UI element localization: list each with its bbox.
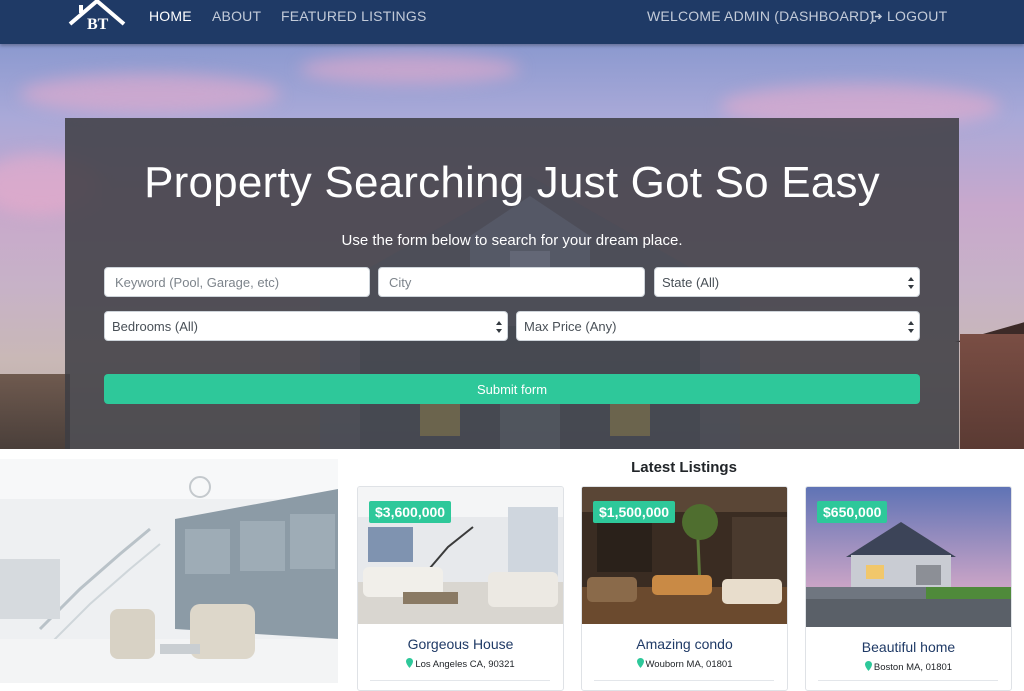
logo-text: BT (87, 16, 109, 32)
brand-logo[interactable]: BT (68, 0, 128, 33)
house-roof-logo-icon: BT (68, 0, 126, 33)
max-price-select-value: Max Price (Any) (524, 318, 617, 334)
listing-location-text: Wouborn MA, 01801 (645, 659, 733, 670)
nav-home-link[interactable]: HOME (149, 8, 192, 24)
listing-price-badge: $1,500,000 (593, 501, 676, 523)
keyword-input[interactable] (104, 267, 370, 297)
logout-label: LOGOUT (887, 8, 948, 24)
listing-photo[interactable]: $1,500,000 (582, 487, 787, 624)
background-house-right (960, 334, 1024, 449)
sign-out-icon (871, 11, 883, 22)
listing-location-text: Boston MA, 01801 (873, 662, 953, 673)
nav-logout-link[interactable]: LOGOUT (871, 8, 947, 24)
bedrooms-select-value: Bedrooms (All) (112, 318, 198, 334)
map-pin-icon (636, 658, 644, 668)
state-select-value: State (All) (662, 274, 720, 290)
hero-section: Property Searching Just Got So Easy Use … (0, 44, 1024, 449)
interior-showcase-image (0, 459, 338, 683)
listing-location: Wouborn MA, 01801 (582, 658, 787, 670)
select-arrows-icon (908, 321, 914, 333)
top-navbar: BT HOME ABOUT FEATURED LISTINGS WELCOME … (0, 0, 1024, 44)
listing-location: Boston MA, 01801 (806, 661, 1011, 673)
background-house-left (0, 374, 70, 449)
nav-about-link[interactable]: ABOUT (212, 8, 261, 24)
hero-subtitle: Use the form below to search for your dr… (341, 232, 683, 249)
listing-card[interactable]: $1,500,000 Amazing condo Wouborn MA, 018… (581, 486, 788, 691)
listing-photo[interactable]: $650,000 (806, 487, 1011, 627)
card-divider (818, 680, 998, 681)
listing-location: Los Angeles CA, 90321 (358, 658, 563, 670)
map-pin-icon (864, 661, 872, 671)
listing-photo[interactable]: $3,600,000 (358, 487, 563, 624)
city-input[interactable] (378, 267, 645, 297)
listing-price-badge: $3,600,000 (369, 501, 452, 523)
search-panel: Property Searching Just Got So Easy Use … (65, 118, 959, 449)
listing-price-badge: $650,000 (817, 501, 888, 523)
max-price-select[interactable]: Max Price (Any) (516, 311, 920, 341)
card-divider (594, 680, 774, 681)
state-select[interactable]: State (All) (654, 267, 920, 297)
listing-title[interactable]: Amazing condo (582, 636, 787, 652)
nav-featured-listings-link[interactable]: FEATURED LISTINGS (281, 8, 427, 24)
card-divider (370, 680, 550, 681)
hero-title: Property Searching Just Got So Easy (144, 158, 880, 207)
bedrooms-select[interactable]: Bedrooms (All) (104, 311, 508, 341)
nav-dashboard-link[interactable]: WELCOME ADMIN (DASHBOARD) (647, 8, 874, 24)
sky-cloud (300, 54, 520, 84)
select-arrows-icon (496, 321, 502, 333)
submit-form-button[interactable]: Submit form (104, 374, 920, 404)
latest-listings-heading: Latest Listings (631, 459, 737, 476)
select-arrows-icon (908, 277, 914, 289)
listing-card[interactable]: $3,600,000 Gorgeous House Los Angeles CA… (357, 486, 564, 691)
map-pin-icon (406, 658, 414, 668)
sky-cloud (20, 74, 280, 114)
listing-title[interactable]: Beautiful home (806, 639, 1011, 655)
listing-card[interactable]: $650,000 Beautiful home Boston MA, 01801 (805, 486, 1012, 691)
listing-title[interactable]: Gorgeous House (358, 636, 563, 652)
listing-location-text: Los Angeles CA, 90321 (415, 659, 515, 670)
